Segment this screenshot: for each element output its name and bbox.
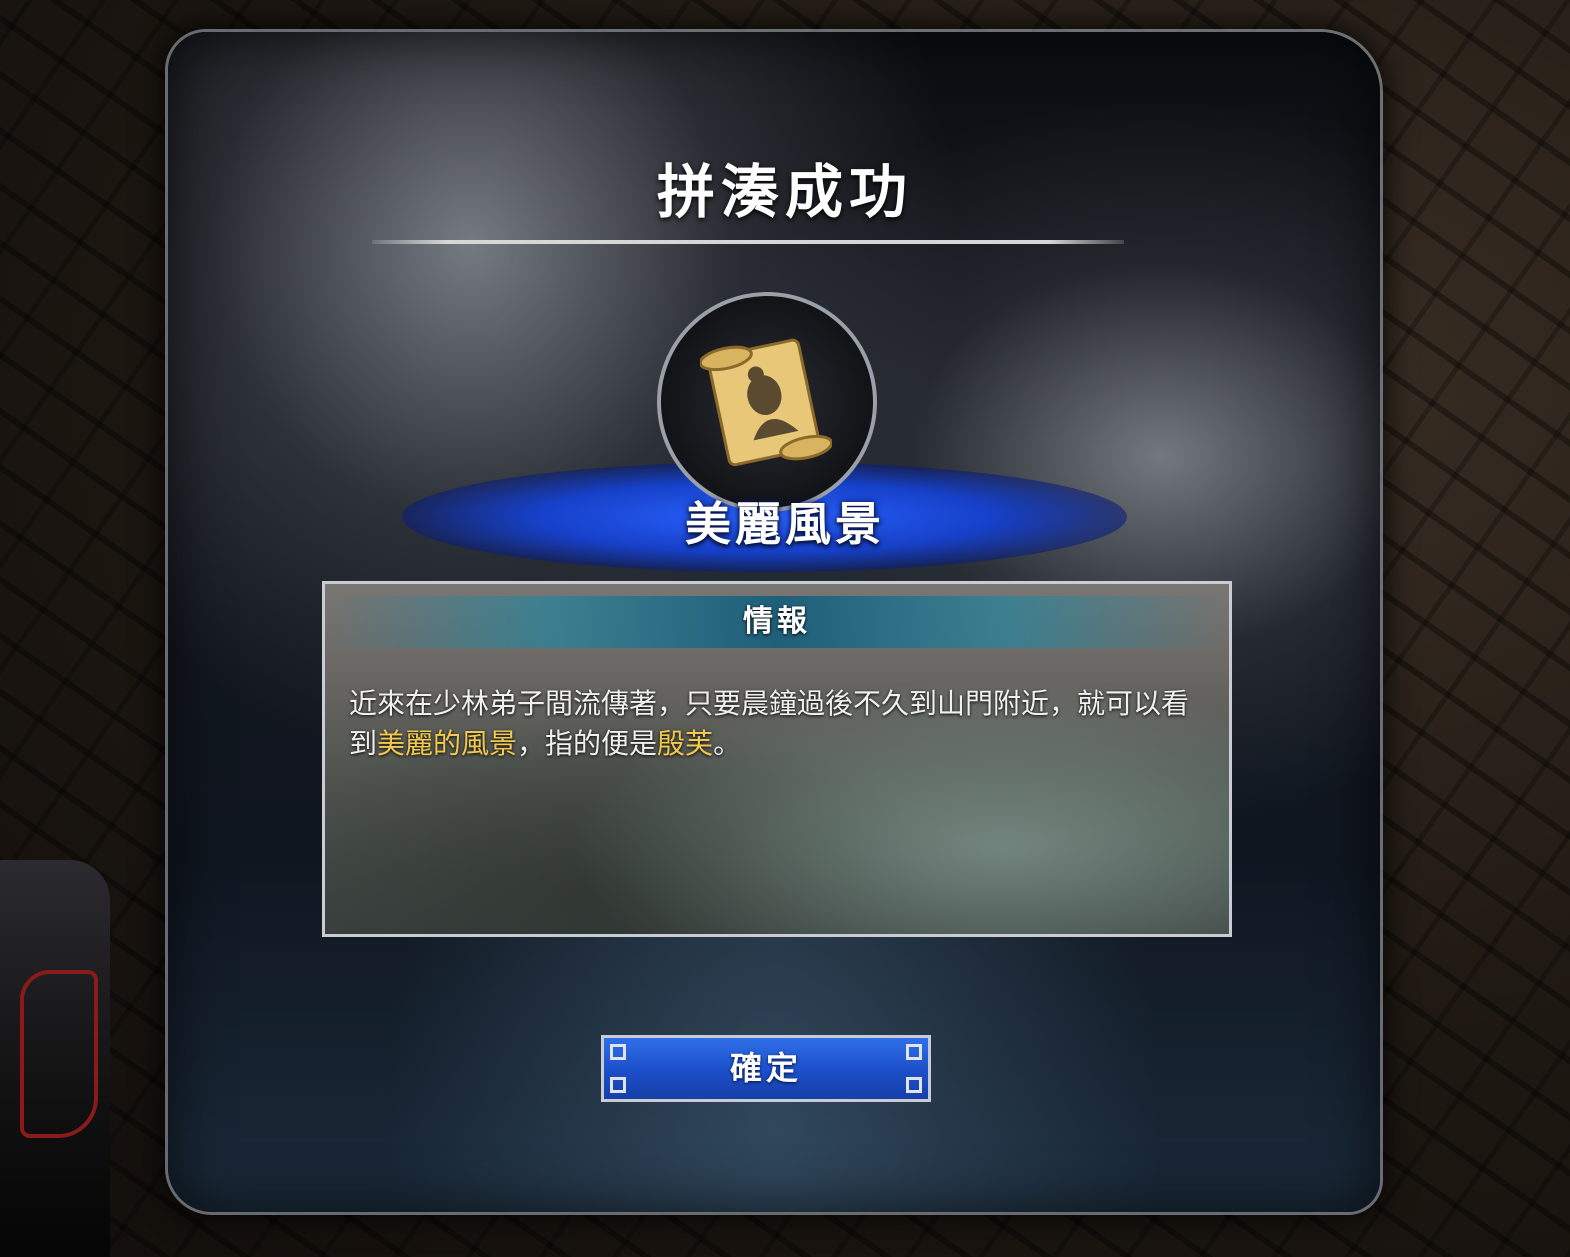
red-ribbon-decoration xyxy=(20,970,98,1138)
info-text-part: 。 xyxy=(713,727,742,760)
info-title: 情報 xyxy=(743,604,811,639)
portrait-scroll-icon xyxy=(700,338,832,467)
confirm-button-label: 確定 xyxy=(729,1049,802,1087)
title-divider xyxy=(372,240,1124,244)
info-box: 情報 近來在少林弟子間流傳著，只要晨鐘過後不久到山門附近，就可以看到美麗的風景，… xyxy=(322,581,1232,937)
highlight-scenery: 美麗的風景 xyxy=(377,727,518,760)
character-silhouette xyxy=(0,860,110,1257)
confirm-button[interactable]: 確定 xyxy=(601,1035,931,1102)
info-text-part: ，指的便是 xyxy=(517,727,658,760)
dialog-title: 拼湊成功 xyxy=(656,158,913,226)
item-name: 美麗風景 xyxy=(685,497,885,551)
info-description: 近來在少林弟子間流傳著，只要晨鐘過後不久到山門附近，就可以看到美麗的風景，指的便… xyxy=(349,684,1199,764)
highlight-name: 殷芙 xyxy=(657,727,714,760)
